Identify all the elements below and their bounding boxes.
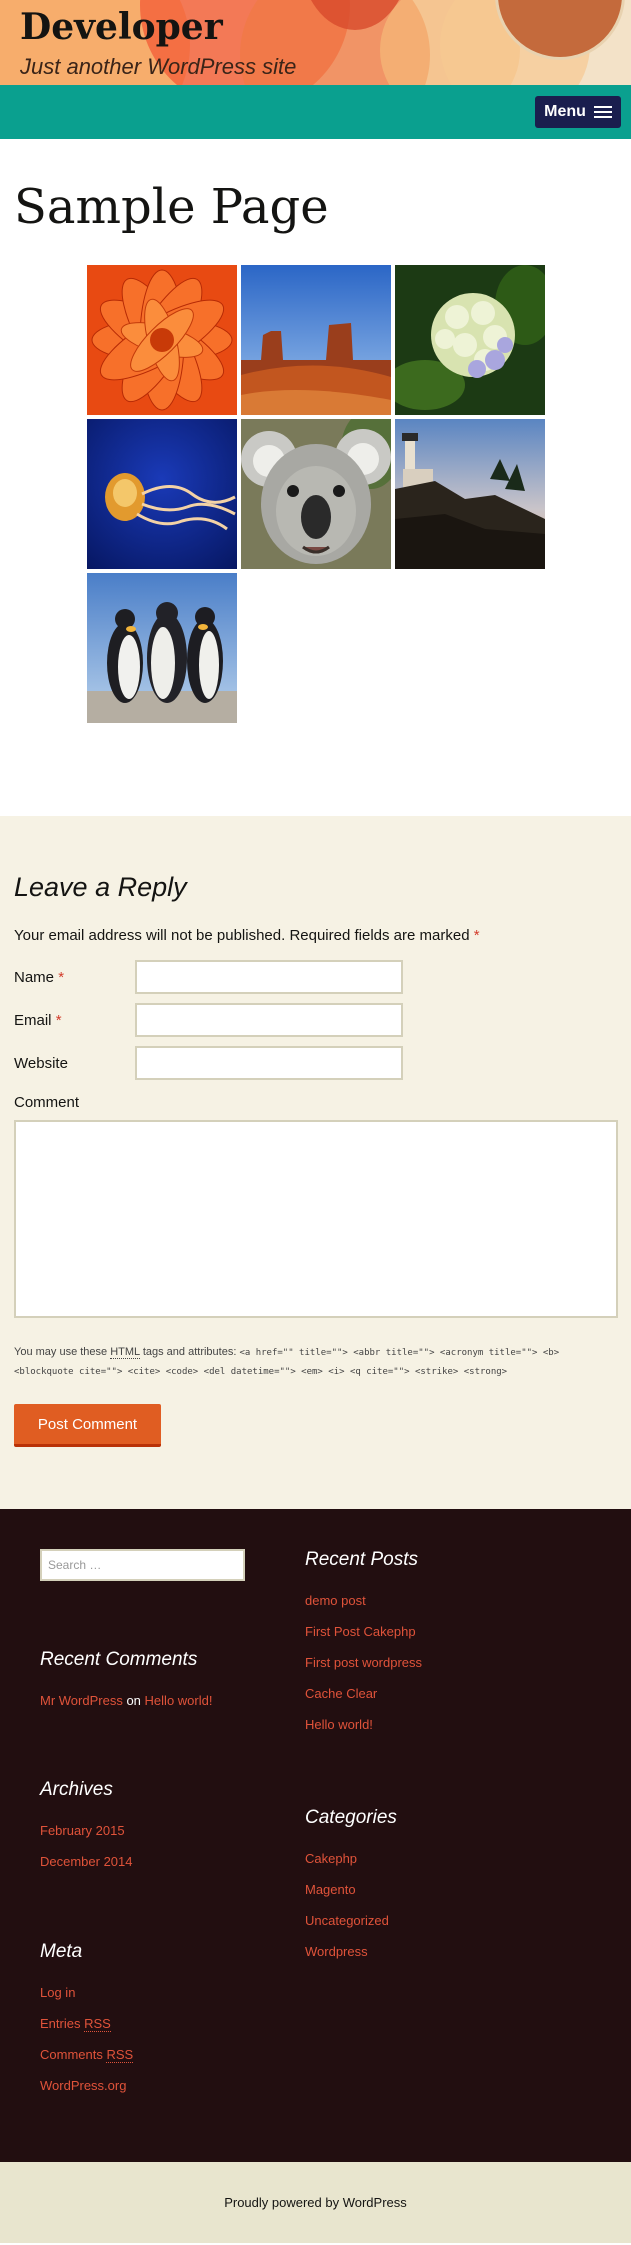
menu-button[interactable]: Menu bbox=[535, 96, 621, 128]
post-comment-button[interactable]: Post Comment bbox=[14, 1404, 161, 1447]
recent-posts-widget: Recent Posts demo post First Post Cakeph… bbox=[305, 1549, 555, 1740]
meta-comments-rss-link[interactable]: Comments RSS bbox=[40, 2039, 290, 2070]
recent-posts-title: Recent Posts bbox=[305, 1549, 418, 1570]
archive-link[interactable]: December 2014 bbox=[40, 1846, 290, 1877]
reply-title: Leave a Reply bbox=[14, 872, 187, 902]
page-title: Sample Page bbox=[14, 179, 329, 235]
email-field-row: Email * bbox=[14, 1003, 617, 1037]
meta-login-link[interactable]: Log in bbox=[40, 1977, 290, 2008]
meta-title: Meta bbox=[40, 1941, 83, 1962]
name-label: Name * bbox=[14, 968, 65, 986]
recent-post-link[interactable]: demo post bbox=[305, 1585, 555, 1616]
search-input[interactable]: Search … bbox=[40, 1549, 245, 1581]
comment-on-text: on bbox=[126, 1693, 141, 1708]
comment-textarea[interactable] bbox=[14, 1120, 618, 1318]
site-description: Just another WordPress site bbox=[20, 54, 297, 79]
allowed-suffix: tags and attributes: bbox=[142, 1346, 237, 1358]
website-label: Website bbox=[14, 1054, 68, 1072]
categories-title: Categories bbox=[305, 1807, 397, 1828]
allowed-tags-line1: <a href="" title=""> <abbr title=""> <ac… bbox=[239, 1348, 560, 1358]
category-link[interactable]: Magento bbox=[305, 1874, 555, 1905]
archives-widget: Archives February 2015 December 2014 bbox=[40, 1779, 290, 1877]
recent-comments-widget: Recent Comments Mr WordPress on Hello wo… bbox=[40, 1649, 290, 1716]
archives-title: Archives bbox=[40, 1779, 113, 1800]
category-link[interactable]: Cakephp bbox=[305, 1843, 555, 1874]
allowed-tags-line2: <blockquote cite=""> <cite> <code> <del … bbox=[14, 1367, 508, 1377]
website-input[interactable] bbox=[135, 1046, 403, 1080]
comment-post-link[interactable]: Hello world! bbox=[145, 1693, 213, 1708]
search-widget: Search … bbox=[40, 1549, 290, 1581]
html-abbr: HTML bbox=[110, 1346, 140, 1359]
recent-post-link[interactable]: Cache Clear bbox=[305, 1678, 555, 1709]
gallery-image-koala[interactable] bbox=[241, 419, 391, 569]
comment-label: Comment bbox=[14, 1094, 80, 1111]
image-gallery bbox=[87, 265, 617, 723]
allowed-tags-note: You may use these HTML tags and attribut… bbox=[14, 1343, 617, 1381]
main-content: Sample Page bbox=[0, 139, 631, 816]
site-title[interactable]: Developer bbox=[20, 6, 223, 48]
footer-widgets: Search … Recent Comments Mr WordPress on… bbox=[0, 1509, 631, 2162]
menu-label: Menu bbox=[544, 103, 586, 120]
comment-author-link[interactable]: Mr WordPress bbox=[40, 1693, 123, 1708]
gallery-image-lighthouse[interactable] bbox=[395, 419, 545, 569]
comment-form-section: Leave a Reply Your email address will no… bbox=[0, 816, 631, 1509]
website-field-row: Website bbox=[14, 1046, 617, 1080]
recent-post-link[interactable]: First post wordpress bbox=[305, 1647, 555, 1678]
recent-post-link[interactable]: Hello world! bbox=[305, 1709, 555, 1740]
email-label: Email * bbox=[14, 1011, 62, 1029]
gallery-image-hydrangeas[interactable] bbox=[395, 265, 545, 415]
gallery-image-jellyfish[interactable] bbox=[87, 419, 237, 569]
meta-widget: Meta Log in Entries RSS Comments RSS Wor… bbox=[40, 1941, 290, 2101]
email-input[interactable] bbox=[135, 1003, 403, 1037]
navigation-bar: Menu bbox=[0, 85, 631, 139]
meta-wordpress-org-link[interactable]: WordPress.org bbox=[40, 2070, 290, 2101]
comment-notes-text: Your email address will not be published… bbox=[14, 927, 470, 944]
category-link[interactable]: Wordpress bbox=[305, 1936, 555, 1967]
name-field-row: Name * bbox=[14, 960, 617, 994]
powered-by-link[interactable]: Proudly powered by WordPress bbox=[224, 2195, 407, 2210]
gallery-image-penguins[interactable] bbox=[87, 573, 237, 723]
allowed-prefix: You may use these bbox=[14, 1346, 108, 1358]
recent-comment-item: Mr WordPress on Hello world! bbox=[40, 1685, 290, 1716]
site-footer: Proudly powered by WordPress bbox=[0, 2162, 631, 2243]
hamburger-icon bbox=[593, 105, 612, 119]
recent-post-link[interactable]: First Post Cakephp bbox=[305, 1616, 555, 1647]
name-input[interactable] bbox=[135, 960, 403, 994]
categories-widget: Categories Cakephp Magento Uncategorized… bbox=[305, 1807, 555, 1967]
archive-link[interactable]: February 2015 bbox=[40, 1815, 290, 1846]
site-header: Developer Just another WordPress site bbox=[0, 0, 631, 85]
gallery-image-chrysanthemum[interactable] bbox=[87, 265, 237, 415]
meta-entries-rss-link[interactable]: Entries RSS bbox=[40, 2008, 290, 2039]
required-mark: * bbox=[473, 927, 480, 944]
gallery-image-desert[interactable] bbox=[241, 265, 391, 415]
comment-notes: Your email address will not be published… bbox=[14, 927, 617, 944]
recent-comments-title: Recent Comments bbox=[40, 1649, 198, 1670]
category-link[interactable]: Uncategorized bbox=[305, 1905, 555, 1936]
